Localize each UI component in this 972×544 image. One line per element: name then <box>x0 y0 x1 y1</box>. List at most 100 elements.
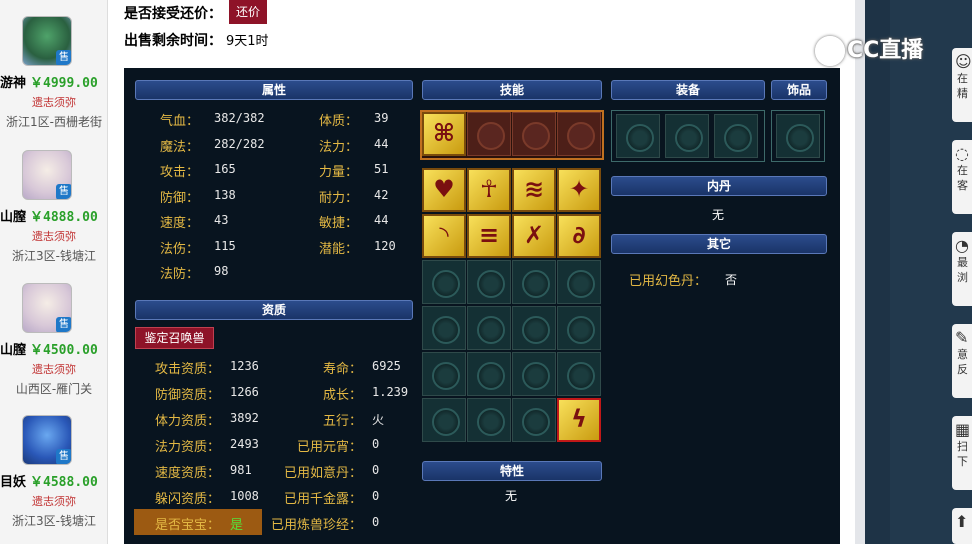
accept-bargain-label: 是否接受还价： <box>124 6 222 22</box>
appraise-pet-button[interactable]: 鉴定召唤兽 <box>135 327 214 349</box>
other-header: 其它 <box>611 234 827 254</box>
attr-label: 速度： <box>160 216 200 231</box>
bargain-button[interactable]: 还价 <box>229 0 267 24</box>
empty-skill-slot <box>422 352 466 396</box>
aptitude-value: 981 <box>230 463 252 477</box>
hueshade-dan-label: 已用幻色丹： <box>629 274 708 289</box>
aptitude-header: 资质 <box>135 300 413 320</box>
attr-label: 体质： <box>319 114 359 129</box>
empty-skill-slot <box>422 260 466 304</box>
tool-card-3[interactable]: ◔ 最浏 <box>952 232 972 306</box>
for-sale-badge: 售 <box>56 317 71 332</box>
aptitude-label: 体力资质： <box>155 414 221 429</box>
attr-label: 攻击： <box>160 165 200 180</box>
cc-logo-icon <box>815 36 845 66</box>
is-baby-value: 是 <box>230 518 244 533</box>
aptitude-value: 火 <box>372 413 385 427</box>
attr-label: 法力： <box>319 139 359 155</box>
remaining-time-label: 出售剩余时间： <box>124 33 222 49</box>
lightning-skill-icon[interactable]: ϟ <box>557 398 601 442</box>
inner-dan-header: 内丹 <box>611 176 827 196</box>
smile-icon: ☺ <box>955 52 972 71</box>
attr-label: 敏捷： <box>319 216 359 231</box>
pet-price: ￥4500.00 <box>30 343 98 358</box>
tool-card-1[interactable]: ☺ 在精 <box>952 48 972 122</box>
attr-value: 382/382 <box>214 111 265 125</box>
skill-icon[interactable]: ⌘ <box>422 112 466 156</box>
aptitude-value: 2493 <box>230 437 259 451</box>
empty-skill-slot <box>512 352 556 396</box>
rush-skill-icon[interactable]: ≋ <box>512 168 556 212</box>
attr-value: 120 <box>374 238 396 253</box>
heart-skill-icon[interactable]: ♥ <box>422 168 466 212</box>
fire-skill-icon[interactable]: ✦ <box>557 168 601 212</box>
chat-icon: ◌ <box>955 144 969 163</box>
empty-skill-slot <box>512 260 556 304</box>
locked-skill-slot <box>557 112 601 156</box>
attr-label: 潜能： <box>319 241 359 257</box>
pet-name: 山膣 <box>0 343 27 358</box>
aptitude-value: 1.239 <box>372 385 409 399</box>
edit-icon: ✎ <box>955 328 969 347</box>
speed-skill-icon[interactable]: ≡ <box>467 214 511 258</box>
attr-label: 法防： <box>160 267 200 282</box>
empty-skill-slot <box>467 398 511 442</box>
pet-price: ￥4888.00 <box>30 210 98 225</box>
is-baby-label: 是否宝宝： <box>155 518 221 533</box>
pet-warning: 遗志须弥 <box>32 230 76 243</box>
aptitude-label: 躲闪资质： <box>155 492 221 507</box>
pet-location: 浙江3区-钱塘江 <box>12 249 96 263</box>
tool-card-6[interactable]: ⬆ <box>952 508 972 544</box>
tool-card-4[interactable]: ✎ 意反 <box>952 324 972 398</box>
for-sale-badge: 售 <box>56 50 71 65</box>
attr-value: 44 <box>374 136 389 151</box>
pet-name: 山膣 <box>0 210 27 225</box>
attr-value: 51 <box>374 162 389 176</box>
accessory-slot[interactable] <box>776 114 820 158</box>
empty-skill-slot <box>467 260 511 304</box>
pet-name: 目妖 <box>0 475 27 490</box>
remaining-time-row: 出售剩余时间： 9天1时 <box>124 30 269 50</box>
pet-warning: 遗志须弥 <box>32 363 76 376</box>
locked-skill-slot <box>467 112 511 156</box>
claw-skill-icon[interactable]: ✗ <box>512 214 556 258</box>
attr-value: 98 <box>214 264 229 278</box>
pet-avatar[interactable]: 售 <box>22 150 72 200</box>
attr-value: 43 <box>214 213 229 227</box>
pet-avatar[interactable]: 售 <box>22 415 72 465</box>
equipment-slot[interactable] <box>665 114 709 158</box>
pet-name: 游神 <box>0 76 27 91</box>
attributes-header: 属性 <box>135 80 413 100</box>
equipment-slot[interactable] <box>616 114 660 158</box>
remaining-time-value: 9天1时 <box>226 34 269 49</box>
pet-detail-panel: 属性 技能 装备 饰品 气血： 382/382 魔法： 282/282 攻击： 165 防御… <box>124 68 840 544</box>
aptitude-label: 攻击资质： <box>155 362 221 377</box>
aptitude-label: 法力资质： <box>155 440 221 455</box>
empty-skill-slot <box>422 306 466 350</box>
clock-icon: ◔ <box>955 236 969 255</box>
hook-skill-icon[interactable]: ∂ <box>557 214 601 258</box>
locked-skill-slot <box>512 112 556 156</box>
aptitude-label: 寿命： <box>322 362 362 377</box>
empty-skill-slot <box>422 398 466 442</box>
aptitude-value: 1236 <box>230 359 259 373</box>
pet-price: ￥4999.00 <box>30 76 98 91</box>
top-icon: ⬆ <box>955 512 969 531</box>
accept-bargain-row: 是否接受还价： <box>124 3 222 23</box>
equipment-slot[interactable] <box>714 114 758 158</box>
tool-card-2[interactable]: ◌ 在客 <box>952 140 972 214</box>
pet-avatar[interactable]: 售 <box>22 16 72 66</box>
aptitude-label: 已用元宵： <box>296 440 362 455</box>
pet-avatar[interactable]: 售 <box>22 283 72 333</box>
figure-skill-icon[interactable]: ☥ <box>467 168 511 212</box>
inner-dan-value: 无 <box>712 208 725 222</box>
aptitude-label: 已用千金露： <box>283 492 362 507</box>
wave-skill-icon[interactable]: ◝ <box>422 214 466 258</box>
tool-card-5[interactable]: ▦ 扫下 <box>952 416 972 490</box>
aptitude-label: 已用炼兽珍经： <box>270 518 362 533</box>
side-divider <box>865 0 890 544</box>
attr-label: 力量： <box>319 165 359 180</box>
empty-skill-slot <box>557 306 601 350</box>
empty-skill-slot <box>467 306 511 350</box>
empty-skill-slot <box>512 306 556 350</box>
